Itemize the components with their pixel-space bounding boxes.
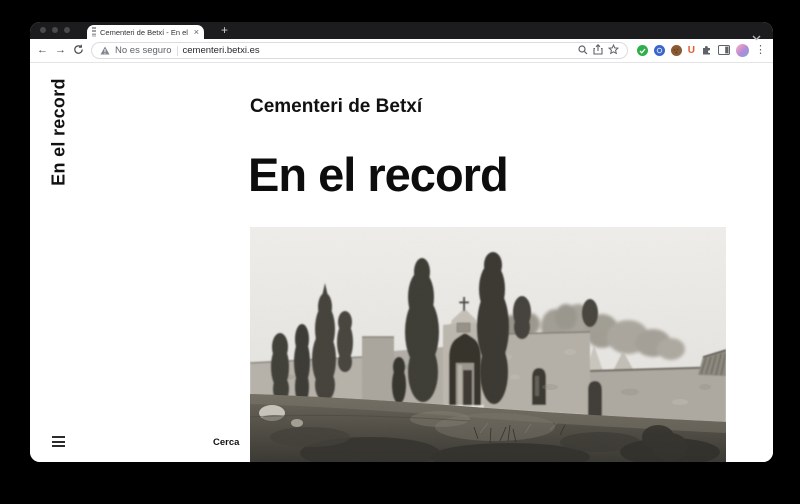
webpage-content: En el record Cementeri de Betxí En el re… [30, 63, 773, 462]
extensions-area: U ⋮ [637, 42, 766, 60]
desktop-background: Cementeri de Betxí - En el reco × + ← → … [0, 0, 800, 504]
vertical-site-logo[interactable]: En el record [49, 78, 70, 186]
extensions-puzzle-icon[interactable] [701, 42, 712, 60]
hamburger-menu-button[interactable] [52, 436, 65, 447]
new-tab-button[interactable]: + [221, 23, 228, 38]
url-text[interactable]: cementeri.betxi.es [183, 45, 260, 56]
browser-tab[interactable]: Cementeri de Betxí - En el reco × [87, 25, 204, 39]
cemetery-photo [250, 227, 726, 462]
address-bar[interactable]: No es seguro cementeri.betxi.es [91, 42, 628, 59]
page-title: En el record [248, 149, 508, 201]
extension-blue-icon[interactable] [654, 45, 665, 56]
search-icon[interactable] [578, 42, 588, 60]
hamburger-icon [52, 436, 65, 438]
window-controls [40, 27, 70, 33]
extension-green-icon[interactable] [637, 45, 648, 56]
tab-strip: Cementeri de Betxí - En el reco × + [30, 22, 773, 39]
search-link[interactable]: Cerca [213, 437, 239, 448]
zoom-window-button[interactable] [64, 27, 70, 33]
browser-window: Cementeri de Betxí - En el reco × + ← → … [30, 22, 773, 462]
minimize-window-button[interactable] [52, 27, 58, 33]
reload-button[interactable] [73, 42, 84, 60]
close-window-button[interactable] [40, 27, 46, 33]
tab-title: Cementeri de Betxí - En el reco [100, 28, 190, 37]
profile-avatar[interactable] [736, 44, 749, 57]
address-divider [177, 46, 178, 56]
site-title[interactable]: Cementeri de Betxí [250, 96, 422, 118]
site-favicon-icon [92, 27, 96, 37]
chevron-down-icon[interactable] [752, 28, 761, 46]
extension-cookie-icon[interactable] [671, 45, 682, 56]
back-button[interactable]: ← [37, 45, 48, 56]
forward-button[interactable]: → [55, 45, 66, 56]
browser-menu-icon[interactable]: ⋮ [755, 45, 766, 56]
bookmark-star-icon[interactable] [608, 42, 619, 60]
tab-close-icon[interactable]: × [194, 28, 199, 37]
browser-toolbar: ← → No es seguro cementeri.betxi.es [30, 39, 773, 63]
security-warning-icon[interactable] [100, 42, 110, 60]
side-panel-icon[interactable] [718, 42, 730, 60]
security-status-text: No es seguro [115, 45, 172, 56]
extension-ublock-icon[interactable]: U [688, 45, 695, 56]
share-icon[interactable] [593, 42, 603, 60]
